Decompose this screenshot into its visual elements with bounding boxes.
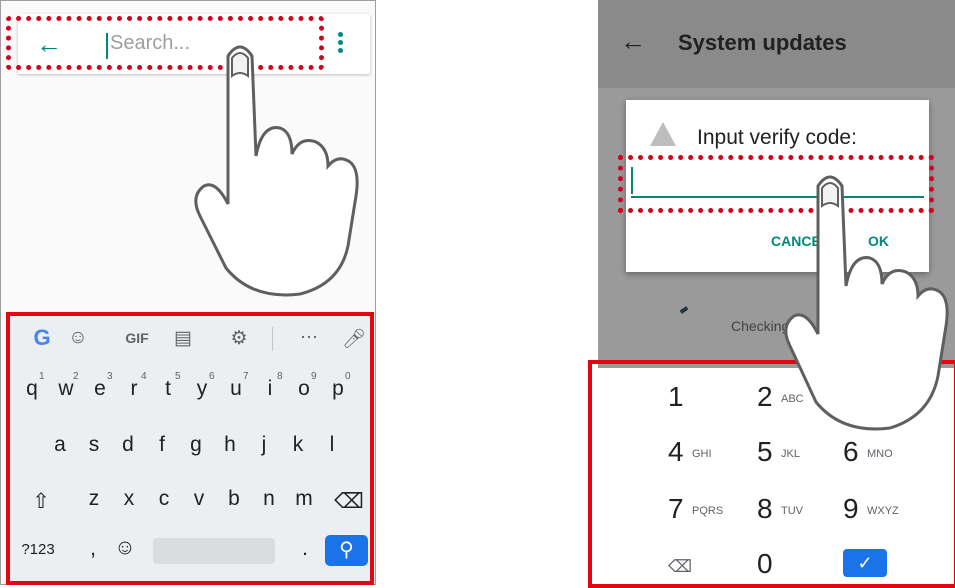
key-hint: 3 <box>107 371 113 382</box>
key-s[interactable]: s <box>79 433 109 457</box>
key-hint: 8 <box>277 371 283 382</box>
key-z[interactable]: z <box>79 487 109 511</box>
key-hint: 7 <box>243 371 249 382</box>
key-hint: 1 <box>39 371 45 382</box>
toolbar-divider <box>272 327 273 351</box>
key-c[interactable]: c <box>149 487 179 511</box>
key-l[interactable]: l <box>317 433 347 457</box>
key-h[interactable]: h <box>215 433 245 457</box>
period-key[interactable]: . <box>290 537 320 561</box>
shift-icon[interactable]: ⇧ <box>26 489 56 514</box>
key-hint: 2 <box>73 371 79 382</box>
keyboard-toolbar: G ☺ GIF ▤ ⚙ ⋯ 🎤︎ <box>10 317 370 361</box>
key-j[interactable]: j <box>249 433 279 457</box>
backspace-icon[interactable]: ⌫ <box>334 489 364 514</box>
settings-icon[interactable]: ⚙ <box>228 327 250 350</box>
sticker-icon[interactable]: ☺ <box>66 327 90 349</box>
key-hint: 0 <box>345 371 351 382</box>
more-icon[interactable]: ⋯ <box>294 327 324 348</box>
symbols-key[interactable]: ?123 <box>18 541 58 558</box>
key-hint: 5 <box>175 371 181 382</box>
key-v[interactable]: v <box>184 487 214 511</box>
search-key[interactable]: ⚲ <box>325 535 368 566</box>
pointing-hand-right-icon <box>784 175 949 431</box>
key-k[interactable]: k <box>283 433 313 457</box>
key-m[interactable]: m <box>289 487 319 511</box>
key-b[interactable]: b <box>219 487 249 511</box>
google-icon[interactable]: G <box>30 325 54 351</box>
emoji-icon[interactable]: ☺ <box>110 536 140 560</box>
gif-icon[interactable]: GIF <box>120 330 154 346</box>
key-d[interactable]: d <box>113 433 143 457</box>
dialog-title: Input verify code: <box>697 126 857 149</box>
space-key[interactable] <box>153 538 275 564</box>
key-f[interactable]: f <box>147 433 177 457</box>
key-hint: 4 <box>141 371 147 382</box>
pointing-hand-left-icon <box>194 45 359 297</box>
clipboard-icon[interactable]: ▤ <box>172 327 194 350</box>
key-hint: 9 <box>311 371 317 382</box>
key-g[interactable]: g <box>181 433 211 457</box>
key-a[interactable]: a <box>45 433 75 457</box>
back-arrow-icon[interactable]: ← <box>620 26 646 57</box>
key-hint: 6 <box>209 371 215 382</box>
comma-key[interactable]: , <box>78 537 108 561</box>
mic-icon[interactable]: 🎤︎ <box>342 327 366 351</box>
key-x[interactable]: x <box>114 487 144 511</box>
warning-icon <box>650 122 676 146</box>
left-phone-screen: ← Search... G ☺ GIF ▤ ⚙ ⋯ 🎤︎ q1w2e3r4t5y… <box>0 0 378 587</box>
key-n[interactable]: n <box>254 487 284 511</box>
page-title: System updates <box>678 30 847 55</box>
